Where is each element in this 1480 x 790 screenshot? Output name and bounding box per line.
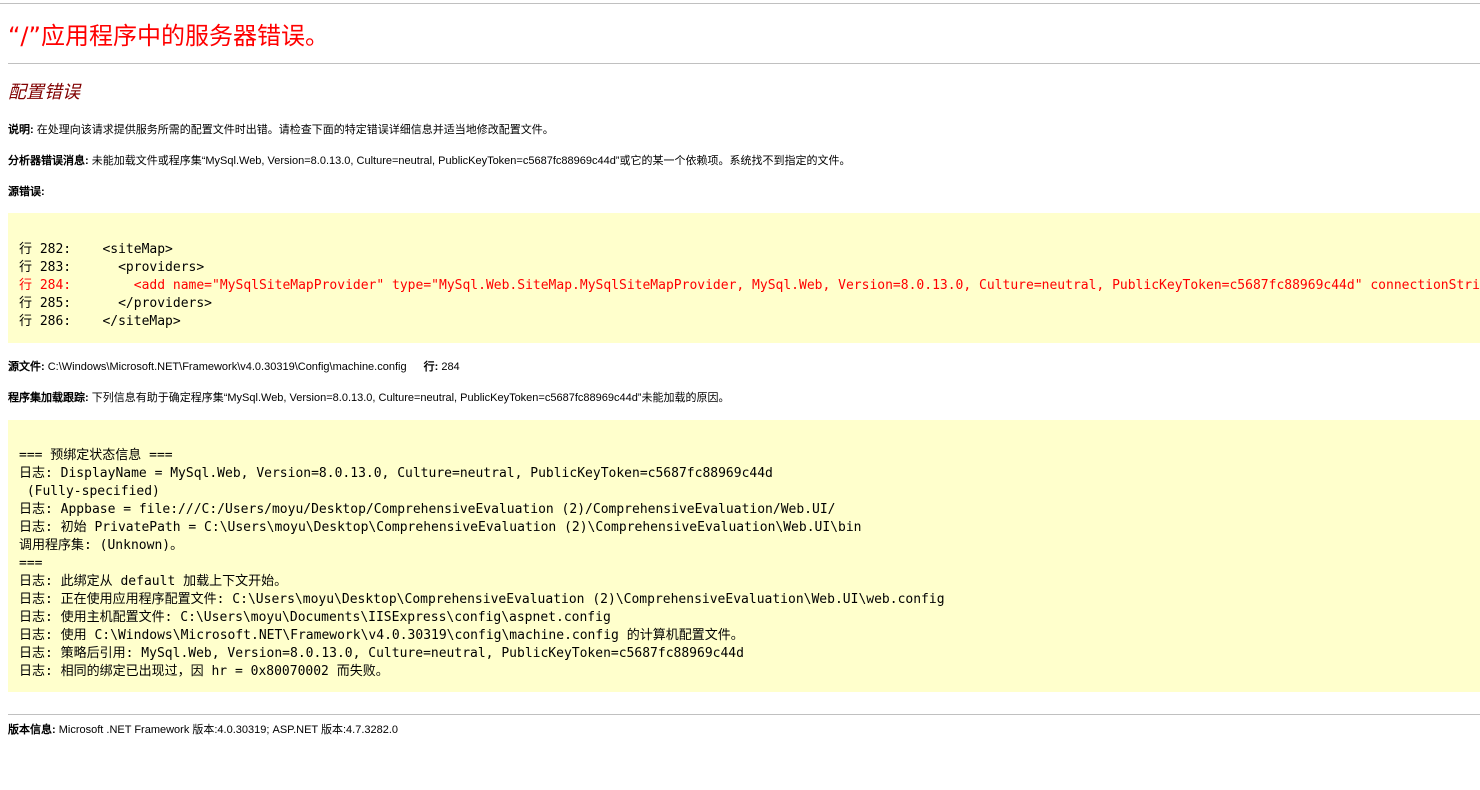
page-title: “/”应用程序中的服务器错误。 [8,22,329,50]
source-error-label: 源错误: [8,186,45,198]
description-label: 说明: [8,124,34,136]
assembly-trace-label: 程序集加载跟踪: [8,392,89,404]
code-line-error: 行 284: <add name="MySqlSiteMapProvider" … [19,278,1480,293]
source-code-block: 行 282: <siteMap> 行 283: <providers> 行 284:… [19,241,1480,331]
trace-log-box: === 预绑定状态信息 === 日志: DisplayName = MySql.… [8,420,1480,692]
trace-log-block: === 预绑定状态信息 === 日志: DisplayName = MySql.… [19,448,945,679]
assembly-trace-paragraph: 程序集加载跟踪: 下列信息有助于确定程序集“MySql.Web, Version… [8,391,729,405]
version-info-paragraph: 版本信息: Microsoft .NET Framework 版本:4.0.30… [8,723,398,737]
source-file-label: 源文件: [8,361,45,373]
source-line-label: 行: [423,361,439,373]
code-line: 行 282: <siteMap> [19,242,173,257]
code-line: 行 285: </providers> [19,296,213,311]
description-text: 在处理向该请求提供服务所需的配置文件时出错。请检查下面的特定错误详细信息并适当地… [33,124,554,136]
top-divider [0,3,1480,4]
description-paragraph: 说明: 在处理向该请求提供服务所需的配置文件时出错。请检查下面的特定错误详细信息… [8,123,554,137]
footer-divider [8,714,1480,715]
version-info-label: 版本信息: [8,724,56,736]
source-file-paragraph: 源文件: C:\Windows\Microsoft.NET\Framework\… [8,360,460,374]
source-line-number: 284 [438,361,460,373]
parser-error-paragraph: 分析器错误消息: 未能加载文件或程序集“MySql.Web, Version=8… [8,154,850,168]
title-divider [8,63,1480,64]
parser-error-label: 分析器错误消息: [8,155,89,167]
source-file-path: C:\Windows\Microsoft.NET\Framework\v4.0.… [44,361,407,373]
source-error-heading: 源错误: [8,185,45,199]
parser-error-text: 未能加载文件或程序集“MySql.Web, Version=8.0.13.0, … [88,155,851,167]
source-code-box: 行 282: <siteMap> 行 283: <providers> 行 284:… [8,213,1480,343]
error-type-heading: 配置错误 [8,82,80,103]
code-line: 行 283: <providers> [19,260,205,275]
code-line: 行 286: </siteMap> [19,314,181,329]
assembly-trace-text: 下列信息有助于确定程序集“MySql.Web, Version=8.0.13.0… [88,392,730,404]
version-info-text: Microsoft .NET Framework 版本:4.0.30319; A… [55,724,399,736]
